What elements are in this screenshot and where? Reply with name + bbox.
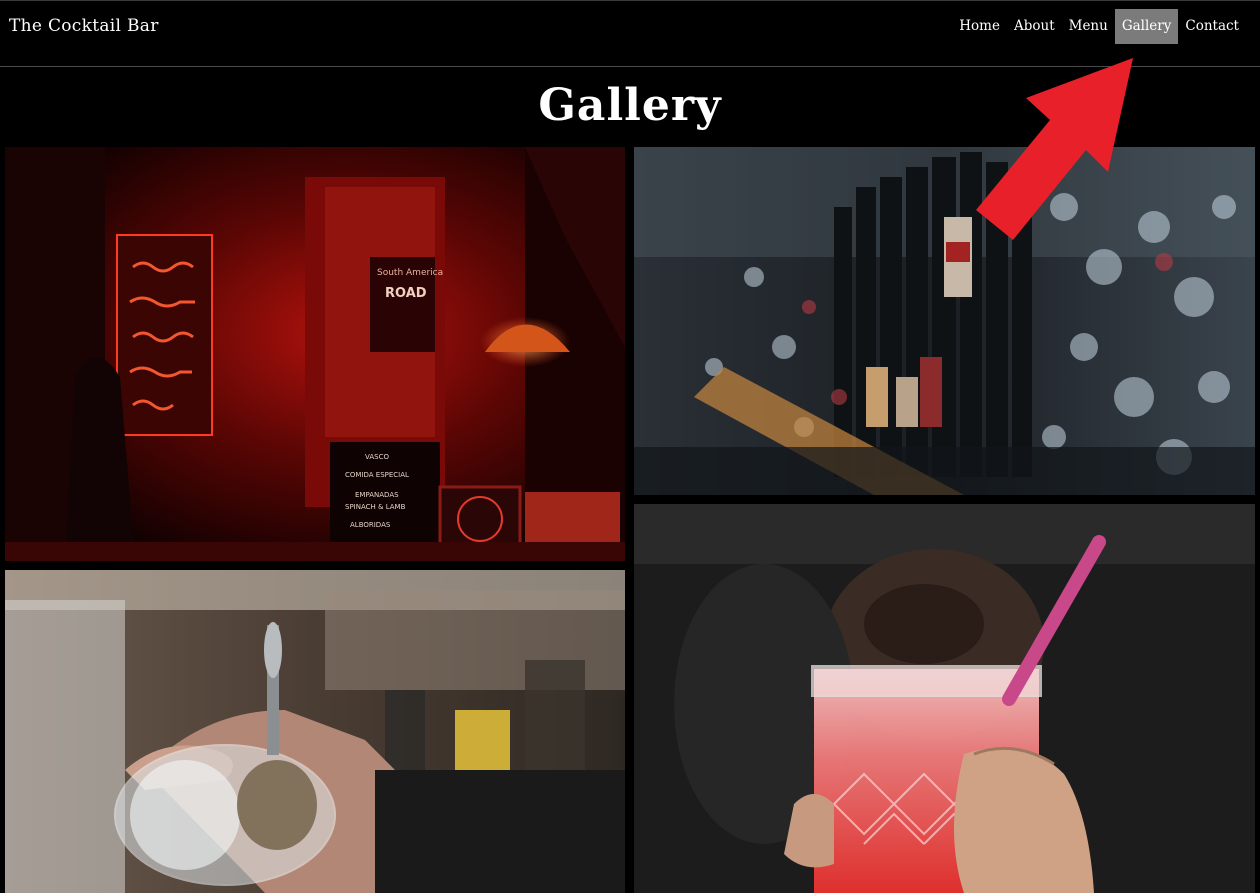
page-title: Gallery xyxy=(538,80,722,131)
sign-line-1: VASCO xyxy=(365,453,389,461)
pouring-image xyxy=(5,570,625,893)
neon-bar-image: South America ROAD VASCO COMIDA ESPECIAL… xyxy=(5,147,625,561)
nav-links: Home About Menu Gallery Contact xyxy=(952,9,1246,44)
poster-text: South America xyxy=(377,268,443,278)
nav-contact[interactable]: Contact xyxy=(1178,9,1246,44)
gallery-photo-pouring[interactable] xyxy=(5,570,625,893)
top-navbar: The Cocktail Bar Home About Menu Gallery… xyxy=(0,0,1260,67)
nav-gallery[interactable]: Gallery xyxy=(1114,9,1179,44)
nav-about[interactable]: About xyxy=(1007,9,1062,44)
site-brand[interactable]: The Cocktail Bar xyxy=(9,16,159,36)
sign-line-2: COMIDA ESPECIAL xyxy=(345,471,409,479)
bottles-image xyxy=(634,147,1255,495)
nav-home[interactable]: Home xyxy=(952,9,1007,44)
nav-menu[interactable]: Menu xyxy=(1062,9,1115,44)
sign-line-3: EMPANADAS xyxy=(355,491,399,499)
sign-line-4: SPINACH & LAMB xyxy=(345,503,406,511)
poster-text-road: ROAD xyxy=(385,286,427,301)
gallery-photo-neon-bar[interactable]: South America ROAD VASCO COMIDA ESPECIAL… xyxy=(5,147,625,561)
gallery-photo-pink-cocktail[interactable] xyxy=(634,504,1255,893)
sign-line-5: ALBORIDAS xyxy=(350,521,391,529)
pink-cocktail-image xyxy=(634,504,1255,893)
gallery-photo-bottles[interactable] xyxy=(634,147,1255,495)
